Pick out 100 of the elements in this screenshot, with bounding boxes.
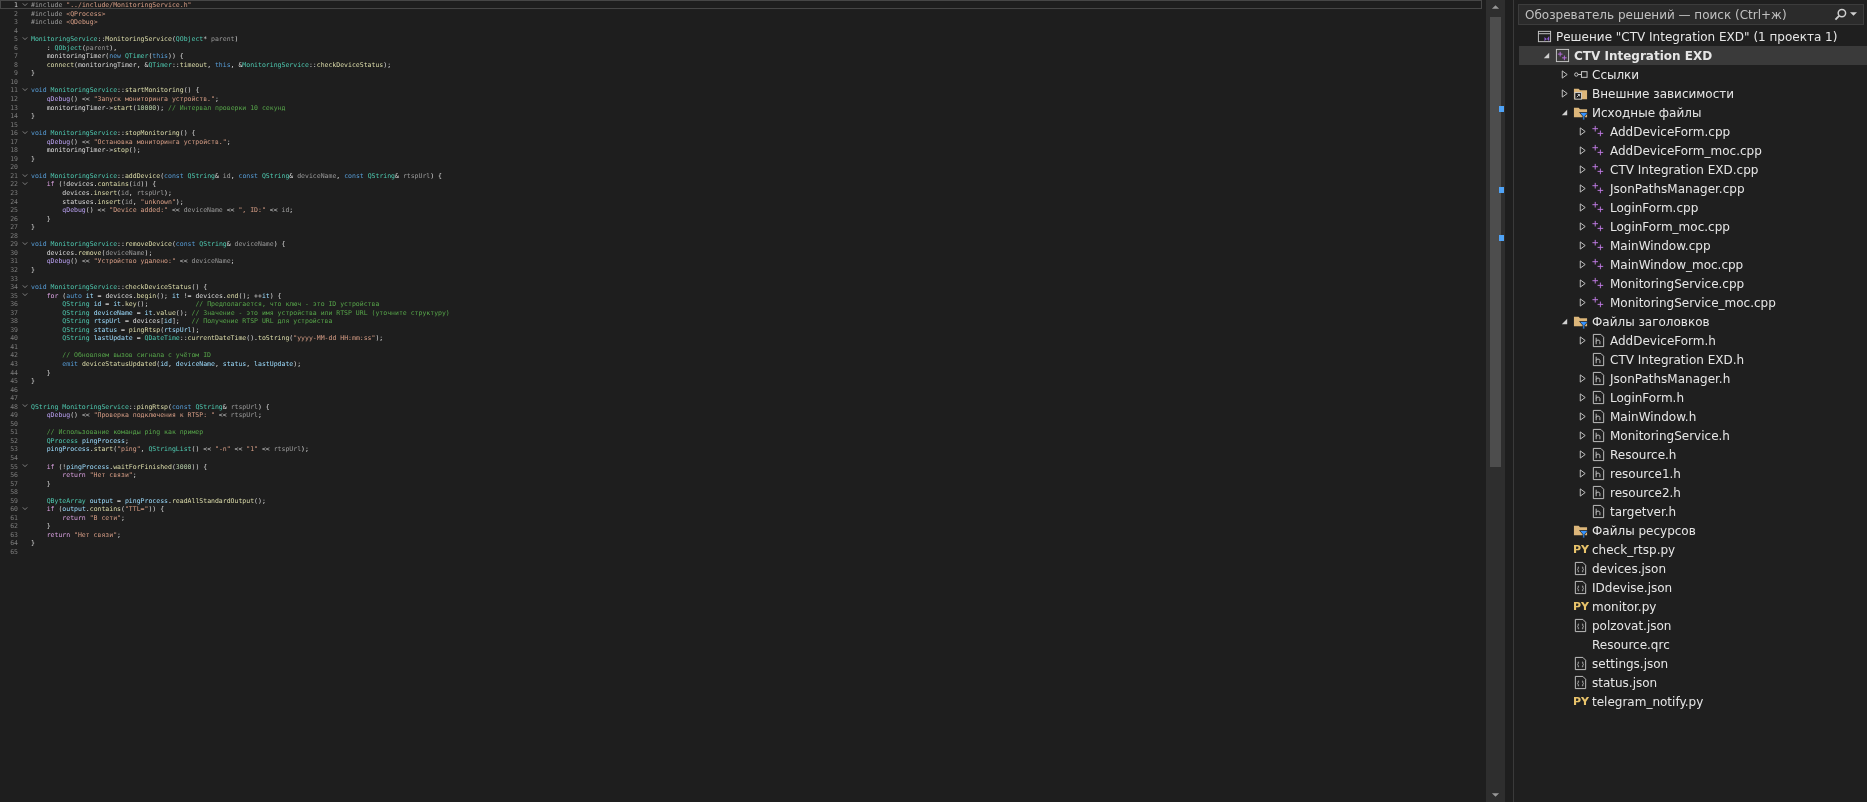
- collapsed-arrow-icon[interactable]: [1577, 374, 1587, 383]
- plus-plus-icon: [1591, 257, 1606, 272]
- tree-item[interactable]: MonitoringService_moc.cpp: [1519, 293, 1867, 312]
- json-file-icon: [1573, 618, 1588, 633]
- search-field[interactable]: Обозреватель решений — поиск (Ctrl+ж): [1518, 4, 1864, 25]
- tree-item[interactable]: Файлы заголовков: [1519, 312, 1867, 331]
- collapsed-arrow-icon[interactable]: [1577, 203, 1587, 212]
- scroll-up-icon[interactable]: [1491, 4, 1500, 10]
- header-file-icon: [1591, 371, 1606, 386]
- collapsed-arrow-icon[interactable]: [1559, 89, 1569, 98]
- tree-item[interactable]: status.json: [1519, 673, 1867, 692]
- tree-item[interactable]: settings.json: [1519, 654, 1867, 673]
- tree-item[interactable]: IDdevise.json: [1519, 578, 1867, 597]
- expanded-arrow-icon[interactable]: [1559, 317, 1569, 326]
- tree-item[interactable]: AddDeviceForm.cpp: [1519, 122, 1867, 141]
- header-file-icon: [1591, 409, 1606, 424]
- tree-item[interactable]: Resource.h: [1519, 445, 1867, 464]
- tree-item[interactable]: MonitoringService.cpp: [1519, 274, 1867, 293]
- tree-item[interactable]: devices.json: [1519, 559, 1867, 578]
- tree-item[interactable]: resource1.h: [1519, 464, 1867, 483]
- tree-item[interactable]: MainWindow_moc.cpp: [1519, 255, 1867, 274]
- fold-chevron-icon[interactable]: [21, 463, 28, 469]
- scroll-down-icon[interactable]: [1491, 792, 1500, 798]
- tree-item[interactable]: LoginForm_moc.cpp: [1519, 217, 1867, 236]
- tree-item[interactable]: Исходные файлы: [1519, 103, 1867, 122]
- scroll-thumb[interactable]: [1490, 17, 1501, 467]
- collapsed-arrow-icon[interactable]: [1577, 260, 1587, 269]
- json-file-icon: [1573, 656, 1588, 671]
- tree-item[interactable]: CTV Integration EXD.cpp: [1519, 160, 1867, 179]
- tree-item[interactable]: polzovat.json: [1519, 616, 1867, 635]
- collapsed-arrow-icon[interactable]: [1577, 450, 1587, 459]
- tree-item[interactable]: MainWindow.h: [1519, 407, 1867, 426]
- filter-folder-icon: [1573, 523, 1588, 538]
- fold-chevron-icon[interactable]: [21, 35, 28, 41]
- expanded-arrow-icon[interactable]: [1541, 51, 1551, 60]
- fold-chevron-icon[interactable]: [21, 1, 28, 7]
- file-type-label: PY: [1573, 543, 1588, 556]
- collapsed-arrow-icon[interactable]: [1577, 279, 1587, 288]
- fold-chevron-icon[interactable]: [21, 241, 28, 247]
- tree-item[interactable]: MonitoringService.h: [1519, 426, 1867, 445]
- search-icon[interactable]: [1834, 8, 1847, 21]
- plus-plus-icon: [1591, 295, 1606, 310]
- filter-folder-icon: [1573, 105, 1588, 120]
- tree-item[interactable]: AddDeviceForm.h: [1519, 331, 1867, 350]
- fold-chevron-icon[interactable]: [21, 292, 28, 298]
- json-file-icon: [1573, 675, 1588, 690]
- fold-chevron-icon[interactable]: [21, 403, 28, 409]
- collapsed-arrow-icon[interactable]: [1577, 165, 1587, 174]
- collapsed-arrow-icon[interactable]: [1577, 298, 1587, 307]
- folder-icon: [1573, 86, 1588, 101]
- collapsed-arrow-icon[interactable]: [1577, 469, 1587, 478]
- collapsed-arrow-icon[interactable]: [1577, 412, 1587, 421]
- tree-item[interactable]: Решение "CTV Integration EXD" (1 проекта 1): [1519, 27, 1867, 46]
- tree-item[interactable]: MainWindow.cpp: [1519, 236, 1867, 255]
- header-file-icon: [1591, 333, 1606, 348]
- expanded-arrow-icon[interactable]: [1559, 108, 1569, 117]
- header-file-icon: [1591, 447, 1606, 462]
- tree-item[interactable]: PY check_rtsp.py: [1519, 540, 1867, 559]
- collapsed-arrow-icon[interactable]: [1577, 127, 1587, 136]
- fold-chevron-icon[interactable]: [21, 181, 28, 187]
- collapsed-arrow-icon[interactable]: [1577, 488, 1587, 497]
- caret-icon[interactable]: [1850, 12, 1857, 17]
- tree-item[interactable]: AddDeviceForm_moc.cpp: [1519, 141, 1867, 160]
- plus-plus-icon: [1591, 162, 1606, 177]
- header-file-icon: [1591, 352, 1606, 367]
- tree-item[interactable]: Файлы ресурсов: [1519, 521, 1867, 540]
- tree-item[interactable]: Внешние зависимости: [1519, 84, 1867, 103]
- fold-chevron-icon[interactable]: [21, 172, 28, 178]
- tree-item[interactable]: JsonPathsManager.cpp: [1519, 179, 1867, 198]
- tree-item[interactable]: LoginForm.h: [1519, 388, 1867, 407]
- collapsed-arrow-icon[interactable]: [1577, 336, 1587, 345]
- tree-item[interactable]: PY monitor.py: [1519, 597, 1867, 616]
- tree-item[interactable]: JsonPathsManager.h: [1519, 369, 1867, 388]
- collapsed-arrow-icon[interactable]: [1577, 393, 1587, 402]
- tree-item[interactable]: targetver.h: [1519, 502, 1867, 521]
- change-marker: [1499, 106, 1504, 112]
- plus-plus-icon: [1591, 124, 1606, 139]
- tree-item[interactable]: CTV Integration EXD: [1519, 46, 1867, 65]
- header-file-icon: [1591, 390, 1606, 405]
- tree-item[interactable]: Resource.qrc: [1519, 635, 1867, 654]
- tree-item[interactable]: CTV Integration EXD.h: [1519, 350, 1867, 369]
- fold-chevron-icon[interactable]: [21, 87, 28, 93]
- collapsed-arrow-icon[interactable]: [1577, 184, 1587, 193]
- tree-item[interactable]: resource2.h: [1519, 483, 1867, 502]
- collapsed-arrow-icon[interactable]: [1577, 241, 1587, 250]
- fold-chevron-icon[interactable]: [21, 506, 28, 512]
- collapsed-arrow-icon[interactable]: [1577, 431, 1587, 440]
- project-icon: [1555, 48, 1570, 63]
- collapsed-arrow-icon[interactable]: [1577, 222, 1587, 231]
- header-file-icon: [1591, 466, 1606, 481]
- tree-item[interactable]: Ссылки: [1519, 65, 1867, 84]
- collapsed-arrow-icon[interactable]: [1559, 70, 1569, 79]
- solution-icon: [1537, 29, 1552, 44]
- change-marker: [1499, 235, 1504, 241]
- tree-item[interactable]: LoginForm.cpp: [1519, 198, 1867, 217]
- tree-item[interactable]: PY telegram_notify.py: [1519, 692, 1867, 711]
- fold-chevron-icon[interactable]: [21, 129, 28, 135]
- collapsed-arrow-icon[interactable]: [1577, 146, 1587, 155]
- fold-chevron-icon[interactable]: [21, 283, 28, 289]
- scrollbar[interactable]: [1486, 0, 1505, 802]
